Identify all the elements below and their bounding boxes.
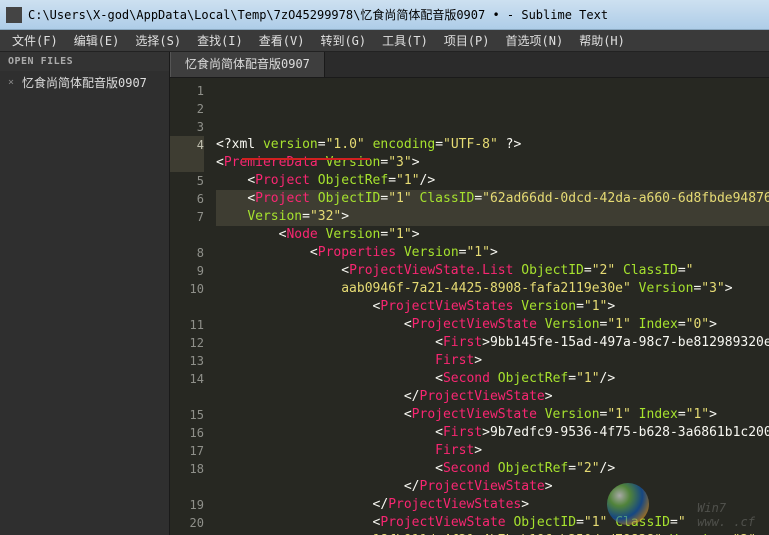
menu-item[interactable]: 查找(I) <box>189 30 251 51</box>
close-icon[interactable]: × <box>8 77 18 88</box>
code-line[interactable]: </ProjectViewState> <box>216 388 769 406</box>
menu-item[interactable]: 项目(P) <box>436 30 498 51</box>
line-number: 16 <box>170 424 204 442</box>
code-line[interactable]: </ProjectViewState> <box>216 478 769 496</box>
code-line[interactable]: <ProjectViewState.List ObjectID="2" Clas… <box>216 262 769 280</box>
line-gutter: 1234567891011121314151617181920 <box>170 78 212 535</box>
window-titlebar: C:\Users\X-god\AppData\Local\Temp\7zO452… <box>0 0 769 30</box>
line-number <box>170 478 204 496</box>
window-title: C:\Users\X-god\AppData\Local\Temp\7zO452… <box>28 6 608 23</box>
annotation-underline <box>242 158 370 160</box>
code-line[interactable]: aab0946f-7a21-4425-8908-fafa2119e30e" Ve… <box>216 280 769 298</box>
line-number: 13 <box>170 352 204 370</box>
line-number: 10 <box>170 280 204 298</box>
editor-area: 忆食尚简体配音版0907 123456789101112131415161718… <box>170 52 769 535</box>
line-number: 1 <box>170 82 204 100</box>
open-files-header: OPEN FILES <box>0 52 169 71</box>
code-line[interactable]: First> <box>216 352 769 370</box>
line-number <box>170 226 204 244</box>
open-file-label: 忆食尚简体配音版0907 <box>22 74 147 91</box>
menu-item[interactable]: 首选项(N) <box>498 30 572 51</box>
open-files-list: × 忆食尚简体配音版0907 <box>0 71 169 94</box>
code-line[interactable]: <ProjectViewState Version="1" Index="1"> <box>216 406 769 424</box>
menu-item[interactable]: 转到(G) <box>312 30 374 51</box>
line-number: 4 <box>170 136 204 154</box>
line-number: 18 <box>170 460 204 478</box>
line-number: 6 <box>170 190 204 208</box>
code-line[interactable]: <Second ObjectRef="1"/> <box>216 370 769 388</box>
menu-item[interactable]: 查看(V) <box>251 30 313 51</box>
tab-bar: 忆食尚简体配音版0907 <box>170 52 769 78</box>
menu-item[interactable]: 工具(T) <box>374 30 436 51</box>
line-number: 7 <box>170 208 204 226</box>
menu-item[interactable]: 编辑(E) <box>66 30 128 51</box>
line-number <box>170 298 204 316</box>
code-line[interactable]: <Second ObjectRef="2"/> <box>216 460 769 478</box>
app-icon <box>6 7 22 23</box>
code-line[interactable]: <PremiereData Version="3"> <box>216 154 769 172</box>
code-editor[interactable]: 1234567891011121314151617181920 <?xml ve… <box>170 78 769 535</box>
menu-item[interactable]: 选择(S) <box>127 30 189 51</box>
code-line[interactable]: <Properties Version="1"> <box>216 244 769 262</box>
code-line[interactable]: Version="32"> <box>216 208 769 226</box>
code-content[interactable]: <?xml version="1.0" encoding="UTF-8" ?><… <box>212 78 769 535</box>
line-number: 17 <box>170 442 204 460</box>
line-number <box>170 388 204 406</box>
code-line[interactable]: <Node Version="1"> <box>216 226 769 244</box>
sidebar: OPEN FILES × 忆食尚简体配音版0907 <box>0 52 170 535</box>
open-file-item[interactable]: × 忆食尚简体配音版0907 <box>0 71 169 94</box>
code-line[interactable]: <Project ObjectID="1" ClassID="62ad66dd-… <box>216 190 769 208</box>
code-line[interactable]: <Project ObjectRef="1"/> <box>216 172 769 190</box>
code-line[interactable]: <ProjectViewState Version="1" Index="0"> <box>216 316 769 334</box>
code-line[interactable]: <?xml version="1.0" encoding="UTF-8" ?> <box>216 136 769 154</box>
line-number: 5 <box>170 172 204 190</box>
line-number: 15 <box>170 406 204 424</box>
line-number: 11 <box>170 316 204 334</box>
code-line[interactable]: <ProjectViewState ObjectID="1" ClassID=" <box>216 514 769 532</box>
menu-bar: 文件(F)编辑(E)选择(S)查找(I)查看(V)转到(G)工具(T)项目(P)… <box>0 30 769 52</box>
line-number: 3 <box>170 118 204 136</box>
line-number: 12 <box>170 334 204 352</box>
menu-item[interactable]: 帮助(H) <box>571 30 633 51</box>
line-number: 20 <box>170 514 204 532</box>
code-line[interactable]: </ProjectViewStates> <box>216 496 769 514</box>
line-number: 14 <box>170 370 204 388</box>
code-line[interactable]: First> <box>216 442 769 460</box>
line-number: 19 <box>170 496 204 514</box>
code-line[interactable]: <First>9bb145fe-15ad-497a-98c7-be8129893… <box>216 334 769 352</box>
editor-tab[interactable]: 忆食尚简体配音版0907 <box>170 52 325 77</box>
main-area: OPEN FILES ×忆食尚简体配音版0907 忆食尚简体配音版0907 12… <box>0 52 769 535</box>
code-line[interactable]: <First>9b7edfc9-9536-4f75-b628-3a6861b1c… <box>216 424 769 442</box>
line-number: 9 <box>170 262 204 280</box>
menu-item[interactable]: 文件(F) <box>4 30 66 51</box>
line-number: 8 <box>170 244 204 262</box>
line-number: 2 <box>170 100 204 118</box>
line-number <box>170 154 204 172</box>
code-line[interactable]: <ProjectViewStates Version="1"> <box>216 298 769 316</box>
